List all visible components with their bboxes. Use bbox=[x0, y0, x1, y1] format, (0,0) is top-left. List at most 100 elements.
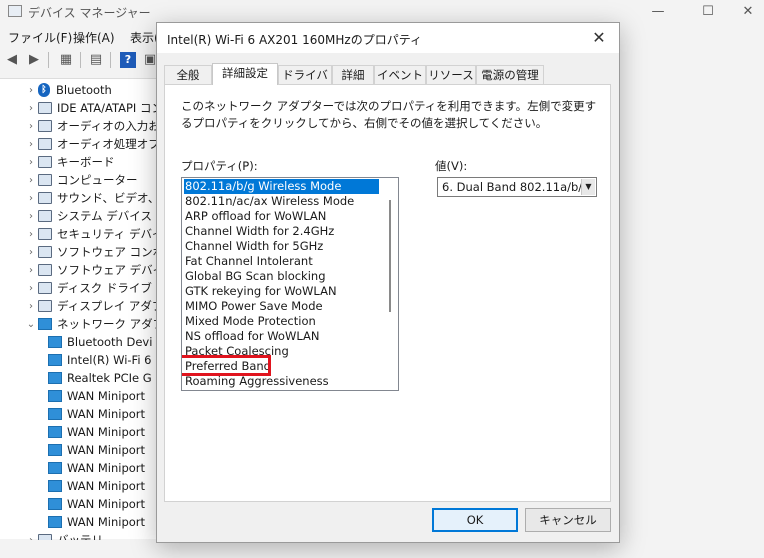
display-adapter-icon bbox=[38, 300, 52, 312]
chevron-right-icon[interactable]: › bbox=[24, 265, 38, 276]
tree-child-item[interactable]: Bluetooth Devi bbox=[48, 333, 152, 351]
property-list-item[interactable]: ARP offload for WoWLAN bbox=[184, 209, 379, 224]
property-list-item[interactable]: 802.11a/b/g Wireless Mode bbox=[184, 179, 379, 194]
device-manager-app-icon bbox=[8, 5, 22, 17]
back-arrow-icon[interactable]: ◀ bbox=[4, 52, 20, 68]
close-window-icon[interactable]: ✕ bbox=[728, 2, 764, 22]
tree-child-item[interactable]: WAN Miniport bbox=[48, 441, 145, 459]
property-list-item[interactable]: MIMO Power Save Mode bbox=[184, 299, 379, 314]
tab-events[interactable]: イベント bbox=[374, 65, 426, 84]
software-component-icon bbox=[38, 246, 52, 258]
tree-item-label: WAN Miniport bbox=[67, 443, 146, 457]
property-listbox[interactable]: 802.11a/b/g Wireless Mode 802.11n/ac/ax W… bbox=[181, 177, 399, 391]
property-list-item[interactable]: Roaming Aggressiveness bbox=[184, 374, 379, 389]
value-dropdown[interactable]: 6. Dual Band 802.11a/b/g ▼ bbox=[437, 177, 597, 197]
network-adapter-icon bbox=[48, 426, 62, 438]
tree-child-item[interactable]: WAN Miniport bbox=[48, 477, 145, 495]
property-list-item[interactable]: Channel Width for 2.4GHz bbox=[184, 224, 379, 239]
help-icon[interactable]: ? bbox=[120, 52, 136, 68]
computer-icon bbox=[38, 174, 52, 186]
sound-icon bbox=[38, 192, 52, 204]
software-device-icon bbox=[38, 264, 52, 276]
tree-category-item[interactable]: › オーディオ処理オブジ bbox=[24, 135, 171, 153]
chevron-right-icon[interactable]: › bbox=[24, 85, 38, 96]
tree-child-item[interactable]: WAN Miniport bbox=[48, 513, 145, 531]
maximize-icon[interactable]: ☐ bbox=[688, 2, 728, 22]
advanced-panel: このネットワーク アダプターでは次のプロパティを利用できます。左側で変更するプロ… bbox=[164, 84, 611, 502]
tree-child-item[interactable]: WAN Miniport bbox=[48, 495, 145, 513]
tree-item-label: キーボード bbox=[57, 155, 115, 169]
chevron-right-icon[interactable]: › bbox=[24, 157, 38, 168]
tree-category-item[interactable]: › セキュリティ デバイス bbox=[24, 225, 175, 243]
chevron-right-icon[interactable]: › bbox=[24, 139, 38, 150]
toolbar-separator bbox=[80, 52, 81, 68]
cancel-button[interactable]: キャンセル bbox=[525, 508, 611, 532]
property-list-item[interactable]: Channel Width for 5GHz bbox=[184, 239, 379, 254]
chevron-right-icon[interactable]: › bbox=[24, 193, 38, 204]
menu-action[interactable]: 操作(A) bbox=[73, 29, 115, 46]
tab-details[interactable]: 詳細 bbox=[332, 65, 374, 84]
toolbar-separator bbox=[110, 52, 111, 68]
tree-category-item[interactable]: › コンピューター bbox=[24, 171, 138, 189]
tree-item-label: WAN Miniport bbox=[67, 515, 146, 529]
tab-driver[interactable]: ドライバー bbox=[278, 65, 332, 101]
chevron-right-icon[interactable]: › bbox=[24, 301, 38, 312]
tree-item-label: WAN Miniport bbox=[67, 389, 146, 403]
device-tree[interactable]: › ᛒ Bluetooth › IDE ATA/ATAPI コン › オーディオの入力およ ›… bbox=[0, 78, 187, 547]
chevron-right-icon[interactable]: › bbox=[24, 247, 38, 258]
tree-item-label: Intel(R) Wi-Fi 6 bbox=[67, 353, 152, 367]
chevron-right-icon[interactable]: › bbox=[24, 175, 38, 186]
tab-power-management[interactable]: 電源の管理 bbox=[476, 65, 544, 84]
property-list-item[interactable]: GTK rekeying for WoWLAN bbox=[184, 284, 379, 299]
close-icon[interactable]: ✕ bbox=[587, 28, 611, 48]
tree-category-item[interactable]: › ᛒ Bluetooth bbox=[24, 81, 112, 99]
tab-advanced[interactable]: 詳細設定 bbox=[212, 63, 278, 85]
menu-view[interactable]: 表示( bbox=[130, 29, 159, 46]
tree-category-item[interactable]: › ディスク ドライブ bbox=[24, 279, 152, 297]
property-list-item[interactable]: Mixed Mode Protection bbox=[184, 314, 379, 329]
chevron-right-icon[interactable]: › bbox=[24, 103, 38, 114]
forward-arrow-icon[interactable]: ▶ bbox=[26, 52, 42, 68]
tree-category-item[interactable]: › ソフトウェア デバイス bbox=[24, 261, 175, 279]
tree-item-label: WAN Miniport bbox=[67, 497, 146, 511]
tree-child-item[interactable]: WAN Miniport bbox=[48, 405, 145, 423]
tree-item-label: システム デバイス bbox=[57, 209, 152, 223]
device-manager-titlebar: デバイス マネージャー — ☐ ✕ bbox=[0, 0, 764, 24]
tree-child-item[interactable]: Intel(R) Wi-Fi 6 bbox=[48, 351, 152, 369]
property-list-item[interactable]: 802.11n/ac/ax Wireless Mode bbox=[184, 194, 379, 209]
property-list-item[interactable]: Fat Channel Intolerant bbox=[184, 254, 379, 269]
tree-item-label: WAN Miniport bbox=[67, 479, 146, 493]
tab-resources[interactable]: リソース bbox=[426, 65, 476, 84]
chevron-down-icon[interactable]: ⌄ bbox=[24, 319, 38, 330]
ide-icon bbox=[38, 102, 52, 114]
chevron-right-icon[interactable]: › bbox=[24, 211, 38, 222]
tree-category-item[interactable]: › IDE ATA/ATAPI コン bbox=[24, 99, 163, 117]
tree-child-item[interactable]: WAN Miniport bbox=[48, 423, 145, 441]
chevron-right-icon[interactable]: › bbox=[24, 229, 38, 240]
property-list-item[interactable]: NS offload for WoWLAN bbox=[184, 329, 379, 344]
grid-icon[interactable]: ▦ bbox=[58, 52, 74, 68]
property-list-item[interactable]: Global BG Scan blocking bbox=[184, 269, 379, 284]
chevron-right-icon[interactable]: › bbox=[24, 283, 38, 294]
tree-child-item[interactable]: WAN Miniport bbox=[48, 459, 145, 477]
network-adapter-icon bbox=[48, 498, 62, 510]
tree-category-item[interactable]: › キーボード bbox=[24, 153, 115, 171]
tree-item-label: Bluetooth bbox=[56, 83, 112, 97]
network-adapter-icon bbox=[48, 354, 62, 366]
tab-strip: 全般 詳細設定 ドライバー 詳細 イベント リソース 電源の管理 bbox=[164, 63, 614, 101]
chevron-right-icon[interactable]: › bbox=[24, 121, 38, 132]
tree-category-item[interactable]: › システム デバイス bbox=[24, 207, 152, 225]
menu-file[interactable]: ファイル(F) bbox=[8, 29, 72, 46]
tree-item-label: WAN Miniport bbox=[67, 425, 146, 439]
tab-general[interactable]: 全般 bbox=[164, 65, 212, 84]
listbox-scrollbar[interactable] bbox=[389, 200, 391, 312]
disk-drive-icon bbox=[38, 282, 52, 294]
ok-button[interactable]: OK bbox=[432, 508, 518, 532]
tree-child-item[interactable]: WAN Miniport bbox=[48, 387, 145, 405]
tree-category-item[interactable]: › オーディオの入力およ bbox=[24, 117, 171, 135]
tree-child-item[interactable]: Realtek PCIe G bbox=[48, 369, 152, 387]
minimize-icon[interactable]: — bbox=[638, 2, 678, 22]
network-adapter-icon bbox=[48, 390, 62, 402]
properties-icon[interactable]: ▤ bbox=[88, 52, 104, 68]
chevron-down-icon[interactable]: ▼ bbox=[581, 179, 595, 195]
